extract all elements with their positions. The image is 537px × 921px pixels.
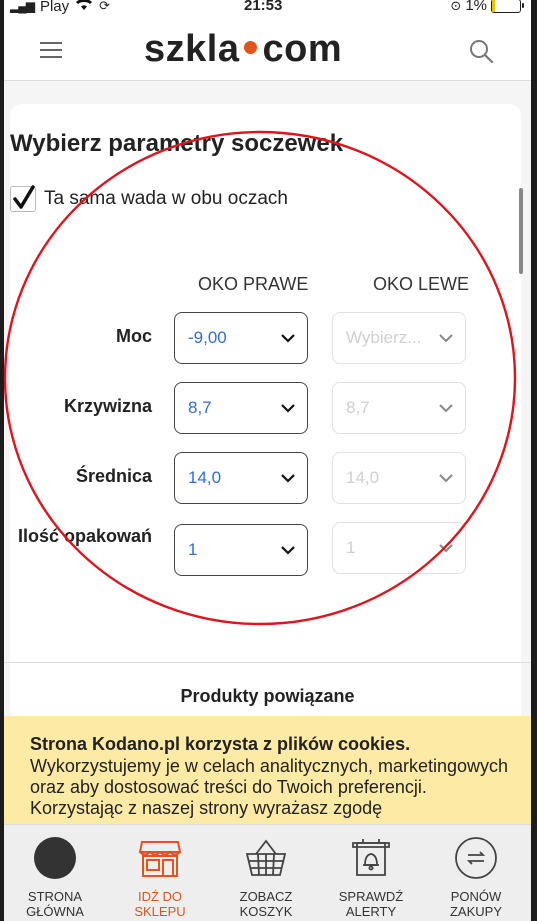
shop-icon — [115, 833, 205, 883]
scroll-indicator[interactable] — [519, 188, 523, 274]
chevron-down-icon — [439, 474, 453, 483]
nav-home[interactable]: STRONA GŁÓWNA — [10, 833, 100, 919]
carrier-label: Play — [39, 0, 70, 15]
nav-basket-label: ZOBACZ KOSZYK — [239, 889, 293, 919]
column-header-left: OKO LEWE — [373, 274, 470, 294]
row-label-moc: Moc — [116, 326, 152, 346]
device-frame: ▂▄▆ Play ⟳ 21:53 ⊙ 1% szkla com Wybierz p… — [0, 0, 537, 921]
select-moc-right[interactable]: -9,00 — [174, 312, 308, 364]
select-ilosc-right[interactable]: 1 — [174, 524, 308, 576]
select-srednica-left[interactable]: 14,0 — [332, 452, 466, 504]
row-label-ilosc: Ilość opakowań — [17, 526, 152, 546]
select-moc-left[interactable]: Wybierz... — [332, 312, 466, 364]
select-value: 1 — [188, 540, 198, 559]
loading-icon: ⟳ — [99, 0, 111, 13]
select-srednica-right[interactable]: 14,0 — [174, 452, 308, 504]
same-defect-checkbox[interactable] — [10, 185, 36, 212]
select-ilosc-left[interactable]: 1 — [332, 522, 466, 574]
row-label-srednica: Średnica — [75, 466, 152, 486]
chevron-down-icon — [281, 334, 295, 343]
column-header-right: OKO PRAWE — [198, 274, 309, 294]
select-value: 8,7 — [346, 398, 370, 417]
select-krzywizna-left[interactable]: 8,7 — [332, 382, 466, 434]
nav-reorder[interactable]: PONÓW ZAKUPY — [431, 833, 521, 919]
lock-rotation-icon: ⊙ — [450, 0, 462, 13]
nav-shop-label: IDŹ DO SKLEPU — [134, 889, 186, 919]
bell-icon — [326, 833, 416, 883]
cookie-title: Strona Kodano.pl korzysta z plików cooki… — [30, 734, 411, 754]
wifi-icon — [75, 0, 93, 15]
chevron-down-icon — [439, 404, 453, 413]
cookie-text: Wykorzystujemy je w celach analitycznych… — [30, 756, 509, 818]
search-icon[interactable] — [468, 38, 494, 64]
select-value: 14,0 — [188, 468, 222, 487]
nav-basket[interactable]: ZOBACZ KOSZYK — [221, 833, 311, 919]
signal-icon: ▂▄▆ — [10, 0, 35, 13]
status-bar: ▂▄▆ Play ⟳ 21:53 ⊙ 1% — [4, 0, 531, 22]
same-defect-row[interactable]: Ta sama wada w obu oczach — [10, 185, 288, 212]
chevron-down-icon — [439, 544, 453, 553]
status-right: ⊙ 1% — [450, 0, 524, 14]
nav-shop[interactable]: IDŹ DO SKLEPU — [115, 833, 205, 919]
hamburger-menu-icon[interactable] — [40, 42, 62, 58]
page-title: Wybierz parametry soczewek — [10, 130, 344, 157]
cookie-banner: Strona Kodano.pl korzysta z plików cooki… — [4, 716, 531, 826]
select-value: 14,0 — [346, 468, 380, 487]
select-value: 8,7 — [188, 398, 212, 417]
related-products-heading: Produkty powiązane — [180, 686, 355, 706]
repeat-icon — [431, 833, 521, 883]
logo-dot — [244, 41, 258, 55]
bottom-navigation: STRONA GŁÓWNA IDŹ DO SKLEPU ZOBACZ KOSZY… — [4, 824, 531, 921]
logo-text-left: szkla — [144, 28, 240, 70]
section-divider — [4, 662, 531, 663]
nav-reorder-label: PONÓW ZAKUPY — [449, 889, 502, 919]
lens-parameters-card: Wybierz parametry soczewek Ta sama wada … — [10, 104, 521, 724]
nav-home-label: STRONA GŁÓWNA — [26, 889, 84, 919]
chevron-down-icon — [281, 474, 295, 483]
select-value: -9,00 — [188, 328, 227, 347]
same-defect-label: Ta sama wada w obu oczach — [44, 188, 288, 209]
site-header: szkla com — [4, 22, 531, 81]
select-value: Wybierz... — [346, 328, 422, 347]
home-circle-icon — [10, 833, 100, 883]
site-logo[interactable]: szkla com — [144, 28, 342, 71]
status-time: 21:53 — [244, 0, 283, 14]
screen: ▂▄▆ Play ⟳ 21:53 ⊙ 1% szkla com Wybierz p… — [4, 0, 531, 921]
nav-alerts-label: SPRAWDŹ ALERTY — [338, 889, 404, 919]
checkmark-icon — [13, 185, 35, 209]
row-label-krzywizna: Krzywizna — [63, 396, 152, 416]
select-value: 1 — [346, 538, 356, 557]
logo-text-right: com — [262, 28, 343, 70]
status-left: ▂▄▆ Play ⟳ — [10, 0, 110, 15]
nav-alerts[interactable]: SPRAWDŹ ALERTY — [326, 833, 416, 919]
chevron-down-icon — [439, 334, 453, 343]
battery-percent: 1% — [465, 0, 487, 14]
select-krzywizna-right[interactable]: 8,7 — [174, 382, 308, 434]
chevron-down-icon — [281, 546, 295, 555]
basket-icon — [221, 833, 311, 883]
battery-icon — [491, 0, 524, 13]
chevron-down-icon — [281, 404, 295, 413]
